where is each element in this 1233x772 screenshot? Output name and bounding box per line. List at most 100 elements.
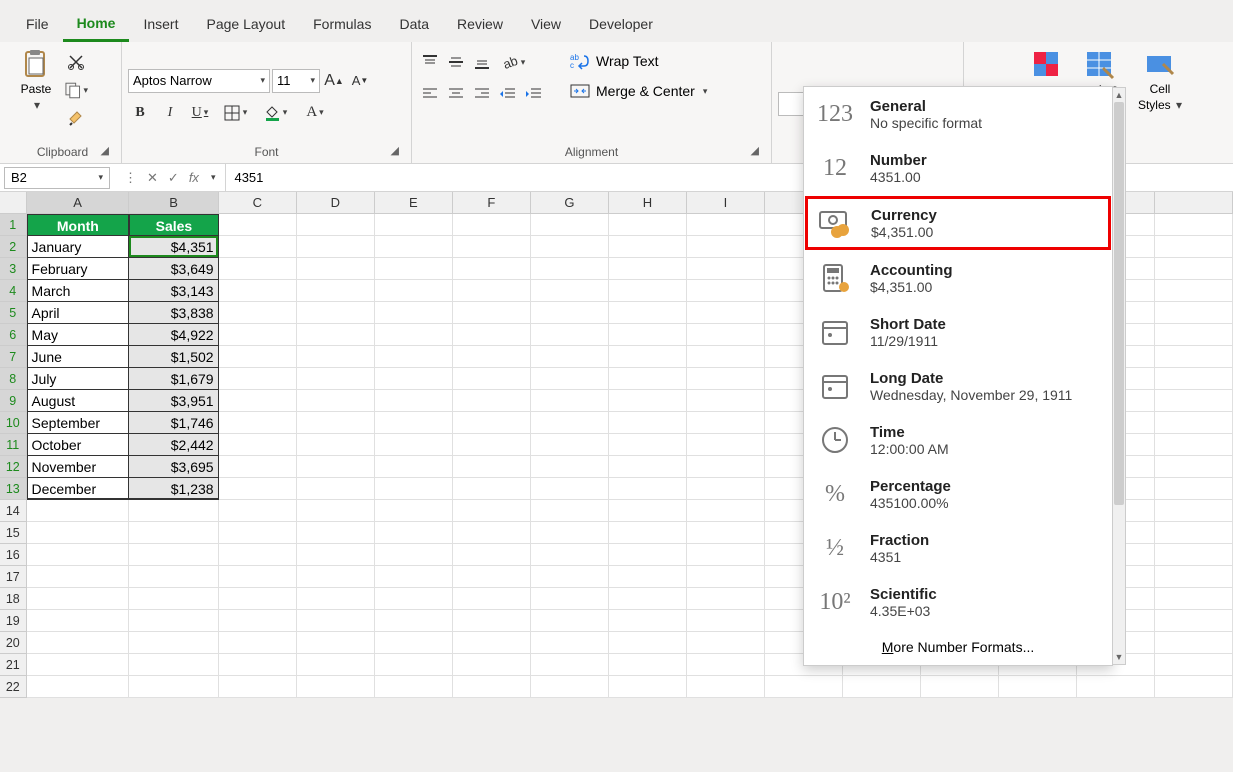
cell[interactable]: January: [27, 236, 130, 258]
row-header[interactable]: 16: [0, 544, 27, 566]
row-header[interactable]: 10: [0, 412, 27, 434]
cell[interactable]: [297, 544, 375, 566]
cell[interactable]: [687, 610, 765, 632]
cell[interactable]: [219, 412, 297, 434]
align-right-button[interactable]: [470, 82, 494, 106]
cell[interactable]: [609, 302, 687, 324]
cell[interactable]: [609, 522, 687, 544]
tab-formulas[interactable]: Formulas: [299, 10, 385, 42]
cell[interactable]: [375, 676, 453, 698]
cell[interactable]: [531, 280, 609, 302]
number-format-accounting[interactable]: Accounting $4,351.00: [804, 251, 1112, 305]
cell[interactable]: [531, 434, 609, 456]
cell[interactable]: [453, 566, 531, 588]
cell[interactable]: [297, 368, 375, 390]
cell[interactable]: [687, 456, 765, 478]
cell[interactable]: [609, 610, 687, 632]
row-header[interactable]: 8: [0, 368, 27, 390]
col-header-A[interactable]: A: [27, 192, 130, 214]
cell[interactable]: [453, 544, 531, 566]
col-header-F[interactable]: F: [453, 192, 531, 214]
cell[interactable]: [219, 302, 297, 324]
scroll-up-icon[interactable]: ▲: [1113, 88, 1125, 102]
cell[interactable]: [531, 324, 609, 346]
decrease-indent-button[interactable]: [496, 82, 520, 106]
cell[interactable]: [375, 632, 453, 654]
cell[interactable]: [219, 390, 297, 412]
cell[interactable]: [375, 544, 453, 566]
cell[interactable]: [375, 280, 453, 302]
dialog-launcher-icon[interactable]: ◢: [101, 144, 109, 157]
cell[interactable]: [1155, 434, 1233, 456]
cell[interactable]: [219, 346, 297, 368]
tab-home[interactable]: Home: [63, 9, 130, 42]
align-middle-button[interactable]: [444, 50, 468, 74]
cell[interactable]: [531, 390, 609, 412]
cell[interactable]: [219, 588, 297, 610]
cell[interactable]: [609, 412, 687, 434]
font-name-select[interactable]: Aptos Narrow▾: [128, 69, 270, 93]
cell[interactable]: [609, 632, 687, 654]
number-format-longdate[interactable]: Long DateWednesday, November 29, 1911: [804, 359, 1112, 413]
cell[interactable]: [531, 368, 609, 390]
cell[interactable]: [129, 588, 218, 610]
cell[interactable]: November: [27, 456, 130, 478]
scroll-thumb[interactable]: [1114, 102, 1124, 505]
cell[interactable]: [1155, 566, 1233, 588]
cell[interactable]: [921, 676, 999, 698]
row-header[interactable]: 17: [0, 566, 27, 588]
cell[interactable]: [375, 368, 453, 390]
cell[interactable]: [453, 456, 531, 478]
cell[interactable]: [375, 258, 453, 280]
col-header-B[interactable]: B: [129, 192, 218, 214]
decrease-font-button[interactable]: A▼: [348, 69, 372, 93]
cell[interactable]: [687, 390, 765, 412]
cell[interactable]: [453, 236, 531, 258]
cell[interactable]: [687, 368, 765, 390]
cell[interactable]: [1155, 324, 1233, 346]
cell[interactable]: [375, 456, 453, 478]
cell[interactable]: [27, 610, 130, 632]
cell[interactable]: [27, 522, 130, 544]
align-center-button[interactable]: [444, 82, 468, 106]
fill-color-button[interactable]: ▾: [258, 101, 292, 125]
orientation-button[interactable]: ab▾: [496, 50, 530, 74]
cell[interactable]: [129, 610, 218, 632]
cell[interactable]: [765, 676, 843, 698]
cell[interactable]: [609, 478, 687, 500]
cell[interactable]: [129, 566, 218, 588]
cell[interactable]: [531, 588, 609, 610]
cell[interactable]: [687, 324, 765, 346]
cell[interactable]: [219, 280, 297, 302]
row-header[interactable]: 19: [0, 610, 27, 632]
cell[interactable]: [219, 236, 297, 258]
cell[interactable]: [453, 302, 531, 324]
cell[interactable]: [375, 236, 453, 258]
cell[interactable]: [453, 368, 531, 390]
cell[interactable]: $1,679: [129, 368, 218, 390]
cell[interactable]: [609, 258, 687, 280]
cell[interactable]: [297, 390, 375, 412]
cut-button[interactable]: [64, 50, 88, 74]
underline-button[interactable]: U▾: [188, 101, 212, 125]
select-all-corner[interactable]: [0, 192, 27, 214]
col-header-C[interactable]: C: [219, 192, 297, 214]
cell[interactable]: [27, 566, 130, 588]
cell[interactable]: [375, 478, 453, 500]
cell[interactable]: [297, 522, 375, 544]
cell[interactable]: [609, 676, 687, 698]
cell[interactable]: [27, 500, 130, 522]
tab-page-layout[interactable]: Page Layout: [192, 10, 299, 42]
increase-font-button[interactable]: A▲: [322, 69, 346, 93]
cell[interactable]: [375, 522, 453, 544]
cell[interactable]: [453, 324, 531, 346]
cell[interactable]: [453, 500, 531, 522]
cell[interactable]: [219, 676, 297, 698]
cell[interactable]: [609, 236, 687, 258]
cell[interactable]: [1155, 390, 1233, 412]
cell[interactable]: [219, 324, 297, 346]
cell[interactable]: [27, 588, 130, 610]
col-header-G[interactable]: G: [531, 192, 609, 214]
cell[interactable]: [375, 610, 453, 632]
cell[interactable]: [1155, 346, 1233, 368]
